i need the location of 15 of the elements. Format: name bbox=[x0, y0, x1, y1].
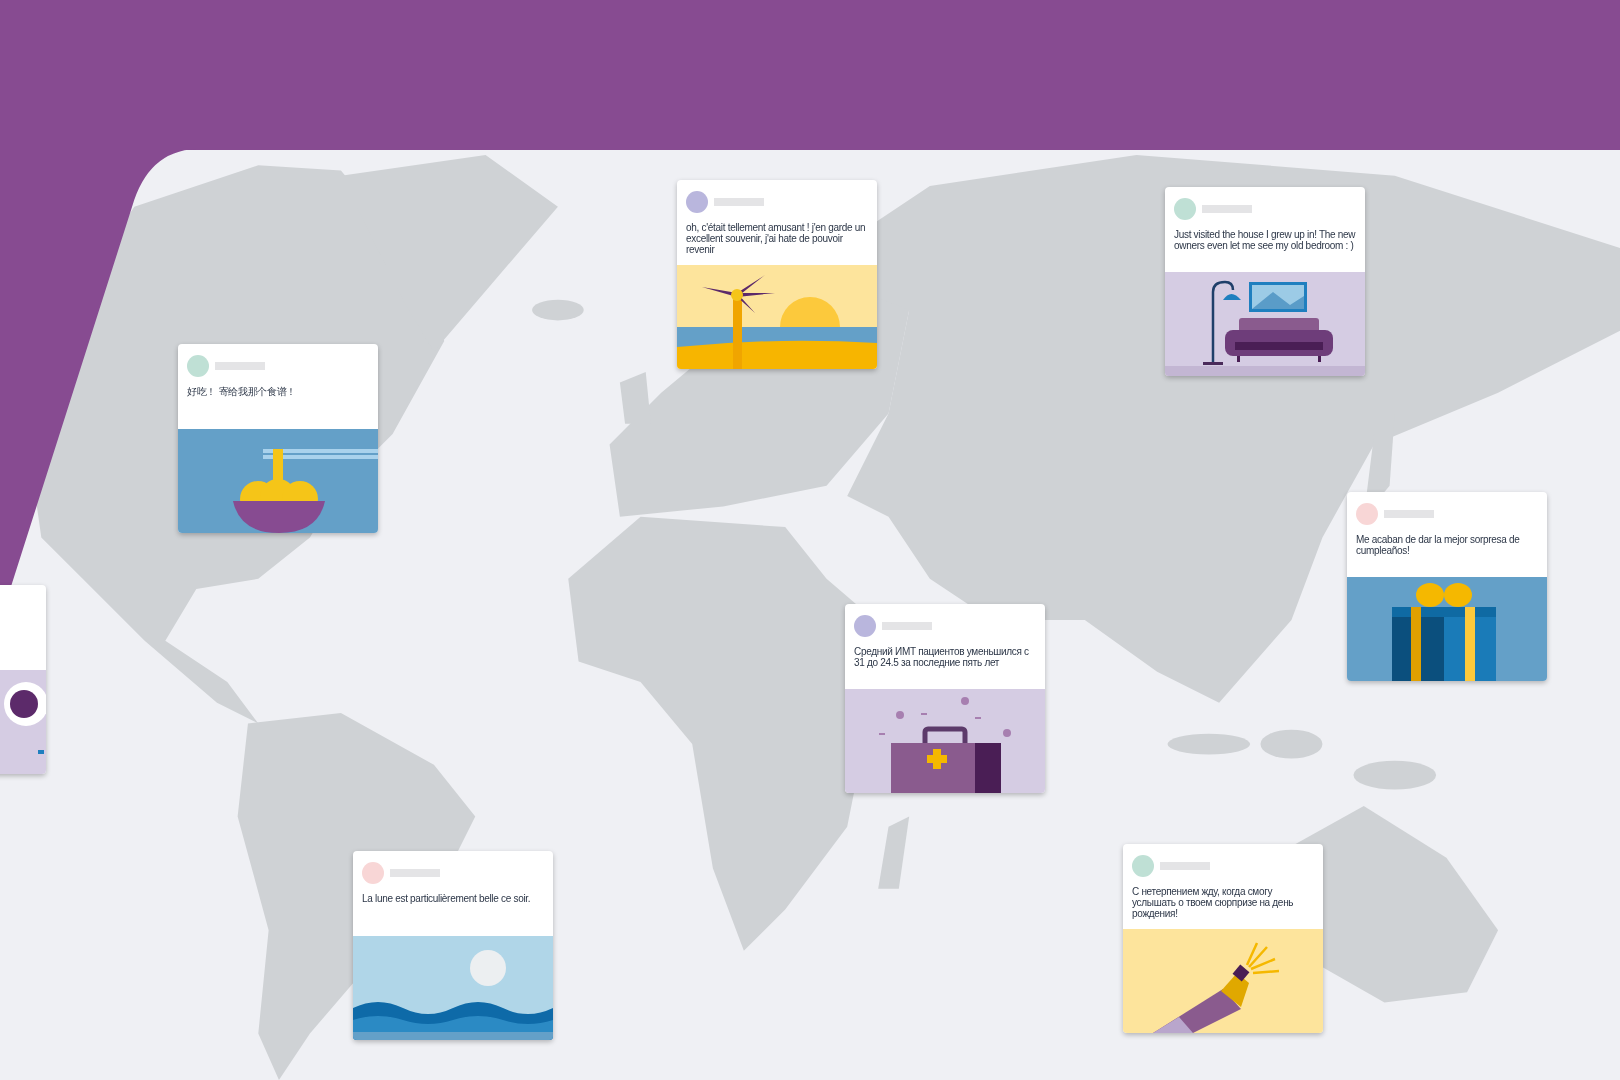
name-placeholder-bar bbox=[1160, 862, 1210, 870]
post-text: С нетерпением жду, когда смогу услышать о твоем сюрпризе на день рождения! bbox=[1132, 886, 1295, 919]
post-text: Средний ИМТ пациентов уменьшился с 31 до 24.5 за последние пять лет bbox=[854, 646, 1030, 668]
name-placeholder-bar bbox=[1384, 510, 1434, 518]
name-placeholder-bar bbox=[1202, 205, 1252, 213]
post-text: Me acaban de dar la mejor sorpresa de cumpleaños! bbox=[1356, 534, 1521, 556]
post-text: 好吃！ 寄给我那个食谱！ bbox=[187, 386, 298, 397]
name-placeholder-bar bbox=[882, 622, 932, 630]
post-text: Just visited the house I grew up in! The new owners even let me see my old bedroom : ) bbox=[1174, 229, 1356, 251]
name-placeholder-bar bbox=[714, 198, 764, 206]
name-placeholder-bar bbox=[390, 869, 440, 877]
post-text: oh, c'était tellement amusant ! j'en garde un excellent souvenir, j'ai hate de pouvoir revenir bbox=[686, 222, 867, 255]
name-placeholder-bar bbox=[215, 362, 265, 370]
post-text: La lune est particulièrement belle ce soir. bbox=[362, 893, 532, 904]
landmass-shape bbox=[1260, 729, 1323, 759]
